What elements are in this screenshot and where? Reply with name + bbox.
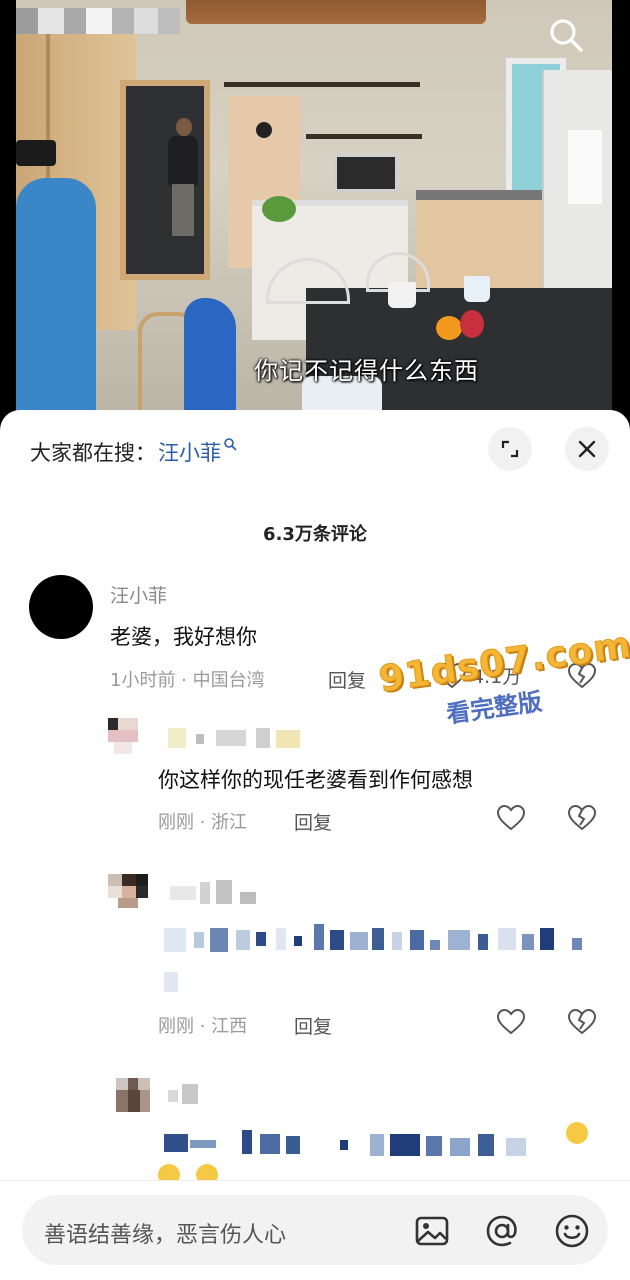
comment-input-bar: 善语结善缘，恶言伤人心 [0,1180,630,1280]
emoji-button[interactable] [554,1213,590,1249]
avatar[interactable] [108,718,138,754]
trending-search-label: 大家都在搜： [30,441,156,465]
avatar[interactable] [29,575,93,639]
mention-button[interactable] [484,1213,520,1249]
person-in-doorway [166,118,200,238]
blurred-account-id [16,8,180,34]
pixelated-comment-text [164,1122,594,1160]
comment-meta: 1小时前 · 中国台湾 [110,670,265,691]
video-subtitle: 你记不记得什么东西 [254,357,479,385]
reply-button[interactable]: 回复 [294,808,332,835]
plant [262,196,296,222]
orange [436,316,462,340]
pixelated-comment-text [164,916,594,996]
dragon-fruit [460,310,484,338]
shelf [306,134,422,139]
at-icon [486,1215,517,1247]
small-search-icon [224,438,237,451]
comment-text: 你这样你的现任老婆看到作何感想 [158,768,473,792]
smiley-icon [555,1214,589,1248]
blue-chair [184,298,236,418]
close-button[interactable] [565,427,609,471]
avatar[interactable] [108,874,148,908]
broken-heart-icon [567,804,597,831]
comment-count: 6.3万条评论 [263,524,367,545]
comment-input[interactable]: 善语结善缘，恶言伤人心 [22,1195,608,1265]
comment-text: 老婆，我好想你 [110,625,257,649]
microwave [334,154,398,192]
comment-input-placeholder: 善语结善缘，恶言伤人心 [44,1223,287,1248]
ceiling-beam [186,0,486,24]
emoji-icon [566,1122,588,1144]
image-icon [415,1216,449,1246]
person-foreground [16,178,96,430]
heart-icon [497,805,525,831]
blurred-username [168,728,304,748]
like-button[interactable] [497,805,525,831]
shelf [224,82,420,87]
image-button[interactable] [414,1213,450,1249]
dislike-button[interactable] [567,1008,597,1039]
avatar[interactable] [116,1078,150,1112]
expand-icon [501,440,519,458]
search-icon [550,19,583,52]
comment-username[interactable]: 汪小菲 [110,581,167,608]
video-search-button[interactable] [545,14,587,56]
expand-button[interactable] [488,427,532,471]
broken-heart-icon [567,1008,597,1035]
dislike-button[interactable] [567,804,597,835]
comment-meta: 刚刚 · 江西 [158,1016,248,1037]
reply-button[interactable]: 回复 [294,1012,332,1039]
trending-search[interactable]: 大家都在搜： 汪小菲 [30,432,237,472]
blurred-username [168,1084,200,1106]
camera [16,140,56,166]
mug [464,276,490,302]
heart-icon [497,1009,525,1035]
reply-button[interactable]: 回复 [328,666,366,693]
trending-search-term[interactable]: 汪小菲 [158,437,221,467]
video-player[interactable]: 你记不记得什么东西 [0,0,630,430]
blurred-username [170,880,260,906]
comments-sheet: 大家都在搜： 汪小菲 6.3万条评论 汪小菲 老婆，我好想你 1小时前 · 中国… [0,410,630,1280]
like-button[interactable] [497,1009,525,1035]
mug [388,282,416,308]
close-icon [578,440,596,458]
comment-meta: 刚刚 · 浙江 [158,812,248,833]
fridge-note [568,130,602,204]
